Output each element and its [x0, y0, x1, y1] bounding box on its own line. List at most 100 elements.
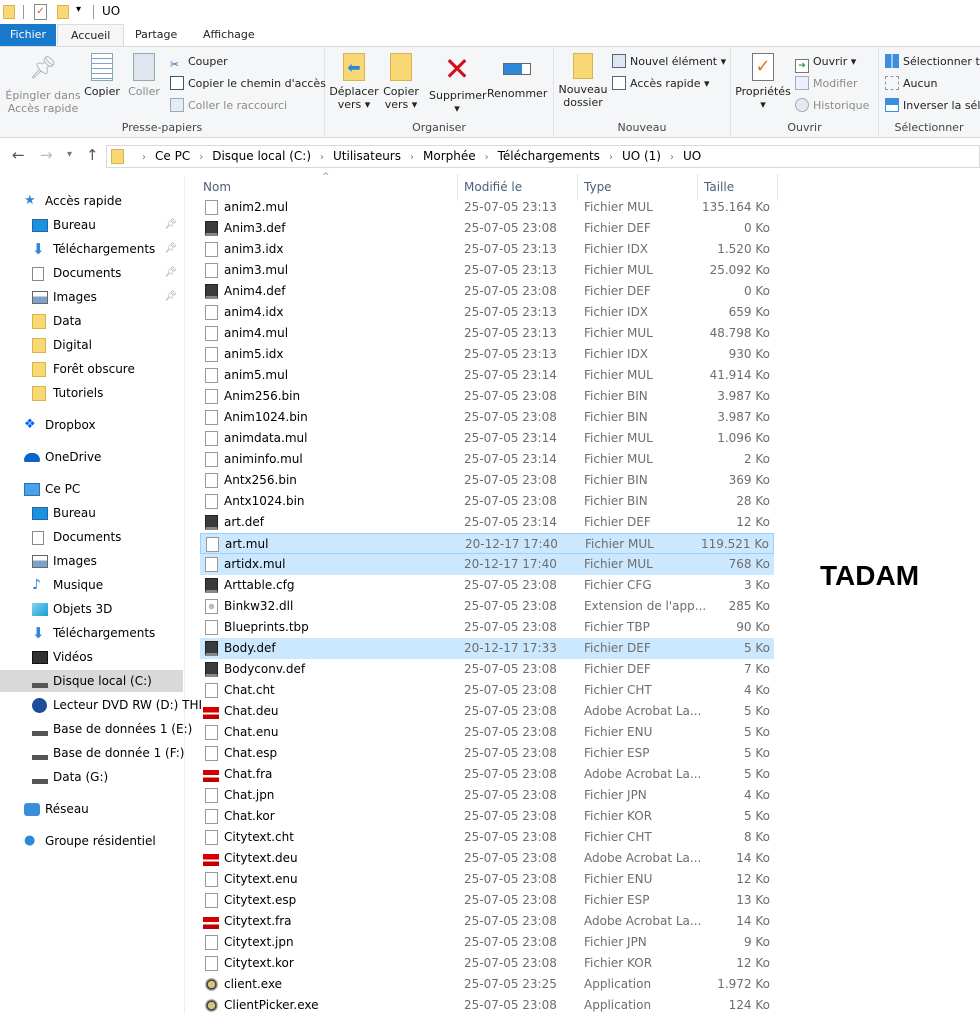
chevron-right-icon[interactable]: › — [199, 152, 203, 163]
file-row[interactable]: Binkw32.dll 25-07-05 23:08 Extension de l'… — [200, 596, 774, 617]
file-row[interactable]: Chat.deu 25-07-05 23:08 Adobe Acrobat La..… — [200, 701, 774, 722]
sidebar-item[interactable]: Base de données 1 (E:) — [0, 718, 192, 740]
delete-button[interactable]: ✕ Supprimer ▾ — [429, 51, 487, 115]
breadcrumb-item[interactable]: Téléchargements — [498, 149, 600, 163]
breadcrumb-item[interactable]: Utilisateurs — [333, 149, 401, 163]
column-header-type[interactable]: Type — [584, 180, 612, 194]
file-row[interactable]: anim3.idx 25-07-05 23:13 Fichier IDX 1.520 … — [200, 239, 774, 260]
pin-icon[interactable]: 📌︎ — [164, 238, 177, 260]
new-item-button[interactable]: Nouvel élément ▾ — [612, 52, 726, 72]
sidebar-item[interactable]: Réseau — [0, 798, 183, 820]
sidebar-item[interactable]: Forêt obscure — [0, 358, 183, 380]
sidebar-item[interactable]: ⬇ Téléchargements 📌︎ — [0, 238, 183, 260]
file-row[interactable]: Bodyconv.def 25-07-05 23:08 Fichier DEF 7 K… — [200, 659, 774, 680]
sidebar-item[interactable]: Base de donnée 1 (F:) — [0, 742, 184, 764]
file-row[interactable]: art.mul 20-12-17 17:40 Fichier MUL 119.521 … — [200, 533, 774, 554]
file-row[interactable]: Citytext.jpn 25-07-05 23:08 Fichier JPN 9 K… — [200, 932, 774, 953]
chevron-right-icon[interactable]: › — [410, 152, 414, 163]
sidebar-item[interactable]: ⬇ Téléchargements — [0, 622, 183, 644]
file-row[interactable]: anim2.mul 25-07-05 23:13 Fichier MUL 135.16… — [200, 197, 774, 218]
file-row[interactable]: anim4.mul 25-07-05 23:13 Fichier MUL 48.798… — [200, 323, 774, 344]
file-row[interactable]: Anim1024.bin 25-07-05 23:08 Fichier BIN 3.9… — [200, 407, 774, 428]
file-row[interactable]: Chat.kor 25-07-05 23:08 Fichier KOR 5 Ko — [200, 806, 774, 827]
up-arrow-icon[interactable]: ↑ — [86, 146, 99, 164]
breadcrumb-item[interactable]: UO (1) — [622, 149, 661, 163]
sidebar-item[interactable]: Data — [0, 310, 183, 332]
sidebar-item[interactable]: Documents — [0, 526, 183, 548]
column-header-name[interactable]: Nom — [203, 180, 231, 194]
sidebar-item[interactable]: ★ Accès rapide — [0, 190, 183, 212]
file-row[interactable]: Chat.jpn 25-07-05 23:08 Fichier JPN 4 Ko — [200, 785, 774, 806]
chevron-right-icon[interactable]: › — [670, 152, 674, 163]
move-to-button[interactable]: ⬅ Déplacer vers ▾ — [329, 51, 379, 111]
file-row[interactable]: animinfo.mul 25-07-05 23:14 Fichier MUL 2 K… — [200, 449, 774, 470]
file-row[interactable]: artidx.mul 20-12-17 17:40 Fichier MUL 768 K… — [200, 554, 774, 575]
breadcrumb-item[interactable]: UO — [683, 149, 701, 163]
pin-icon[interactable]: 📌︎ — [164, 262, 177, 284]
sidebar-item[interactable]: Documents 📌︎ — [0, 262, 183, 284]
breadcrumb-item[interactable]: Morphée — [423, 149, 476, 163]
column-header-size[interactable]: Taille — [704, 180, 734, 194]
file-row[interactable]: Citytext.fra 25-07-05 23:08 Adobe Acrobat … — [200, 911, 774, 932]
file-row[interactable]: Arttable.cfg 25-07-05 23:08 Fichier CFG 3 K… — [200, 575, 774, 596]
file-row[interactable]: Anim3.def 25-07-05 23:08 Fichier DEF 0 Ko — [200, 218, 774, 239]
column-header-modified[interactable]: Modifié le — [464, 180, 522, 194]
cut-button[interactable]: ✂ Couper — [170, 52, 228, 72]
sidebar-item[interactable]: OneDrive — [0, 446, 183, 468]
file-row[interactable]: Citytext.esp 25-07-05 23:08 Fichier ESP 13 … — [200, 890, 774, 911]
chevron-right-icon[interactable]: › — [485, 152, 489, 163]
copy-button[interactable]: Copier — [84, 51, 120, 98]
chevron-right-icon[interactable]: › — [142, 152, 146, 163]
chevron-right-icon[interactable]: › — [320, 152, 324, 163]
file-row[interactable]: Blueprints.tbp 25-07-05 23:08 Fichier TBP 9… — [200, 617, 774, 638]
tab-fichier[interactable]: Fichier — [0, 24, 56, 46]
pin-quick-access-button[interactable]: 📌︎ Épingler dans Accès rapide — [4, 51, 82, 115]
edit-button[interactable]: Modifier — [795, 74, 857, 94]
sidebar-item[interactable]: Images 📌︎ — [0, 286, 183, 308]
new-folder-button[interactable]: Nouveau dossier — [558, 51, 608, 109]
select-all-button[interactable]: Sélectionner tout — [885, 52, 980, 72]
pin-icon[interactable]: 📌︎ — [164, 286, 177, 308]
file-row[interactable]: Citytext.deu 25-07-05 23:08 Adobe Acrobat … — [200, 848, 774, 869]
recent-locations-chevron-icon[interactable]: ▾ — [67, 149, 72, 160]
column-divider[interactable] — [777, 174, 778, 201]
sidebar-item[interactable]: Objets 3D — [0, 598, 183, 620]
file-row[interactable]: ClientPicker.exe 25-07-05 23:08 Applicatio… — [200, 995, 774, 1016]
file-row[interactable]: anim3.mul 25-07-05 23:13 Fichier MUL 25.092… — [200, 260, 774, 281]
file-row[interactable]: animdata.mul 25-07-05 23:14 Fichier MUL 1.0… — [200, 428, 774, 449]
rename-button[interactable]: Renommer — [487, 51, 547, 100]
file-row[interactable]: anim5.mul 25-07-05 23:14 Fichier MUL 41.914… — [200, 365, 774, 386]
file-row[interactable]: Anim256.bin 25-07-05 23:08 Fichier BIN 3.98… — [200, 386, 774, 407]
sidebar-item[interactable]: Tutoriels — [0, 382, 183, 404]
file-row[interactable]: anim5.idx 25-07-05 23:13 Fichier IDX 930 Ko — [200, 344, 774, 365]
breadcrumb-item[interactable]: Disque local (C:) — [212, 149, 311, 163]
sidebar-item[interactable]: Disque local (C:) — [0, 670, 183, 692]
customize-toolbar-icon[interactable]: ▾ — [76, 4, 81, 15]
file-row[interactable]: Chat.fra 25-07-05 23:08 Adobe Acrobat La..… — [200, 764, 774, 785]
sidebar-item[interactable]: ● Groupe résidentiel — [0, 830, 183, 852]
sidebar-item[interactable]: Data (G:) — [0, 766, 183, 788]
address-bar[interactable]: › Ce PC › Disque local (C:) › Utilisateurs › Mo… — [106, 145, 980, 168]
chevron-right-icon[interactable]: › — [609, 152, 613, 163]
easy-access-button[interactable]: Accès rapide ▾ — [612, 74, 710, 94]
file-row[interactable]: Antx1024.bin 25-07-05 23:08 Fichier BIN 28 … — [200, 491, 774, 512]
file-row[interactable]: Chat.enu 25-07-05 23:08 Fichier ENU 5 Ko — [200, 722, 774, 743]
properties-button[interactable]: ✓ Propriétés ▾ — [735, 51, 791, 111]
sidebar-item[interactable]: Images — [0, 550, 183, 572]
sidebar-item[interactable]: Digital — [0, 334, 183, 356]
history-button[interactable]: Historique — [795, 96, 869, 116]
sidebar-item[interactable]: ♪ Musique — [0, 574, 183, 596]
new-folder-quick-icon[interactable] — [57, 5, 69, 19]
copy-path-button[interactable]: Copier le chemin d'accès — [170, 74, 326, 94]
file-row[interactable]: art.def 25-07-05 23:14 Fichier DEF 12 Ko — [200, 512, 774, 533]
back-arrow-icon[interactable]: ← — [12, 146, 25, 164]
file-row[interactable]: Body.def 20-12-17 17:33 Fichier DEF 5 Ko — [200, 638, 774, 659]
file-row[interactable]: Anim4.def 25-07-05 23:08 Fichier DEF 0 Ko — [200, 281, 774, 302]
invert-selection-button[interactable]: Inverser la sélection — [885, 96, 980, 116]
open-button[interactable]: ➜ Ouvrir ▾ — [795, 52, 856, 73]
sidebar-item[interactable]: ❖ Dropbox — [0, 414, 183, 436]
sidebar-item[interactable]: Vidéos — [0, 646, 183, 668]
select-none-button[interactable]: Aucun — [885, 74, 938, 94]
sidebar-item[interactable]: Bureau 📌︎ — [0, 214, 183, 236]
sidebar-item[interactable]: Bureau — [0, 502, 183, 524]
